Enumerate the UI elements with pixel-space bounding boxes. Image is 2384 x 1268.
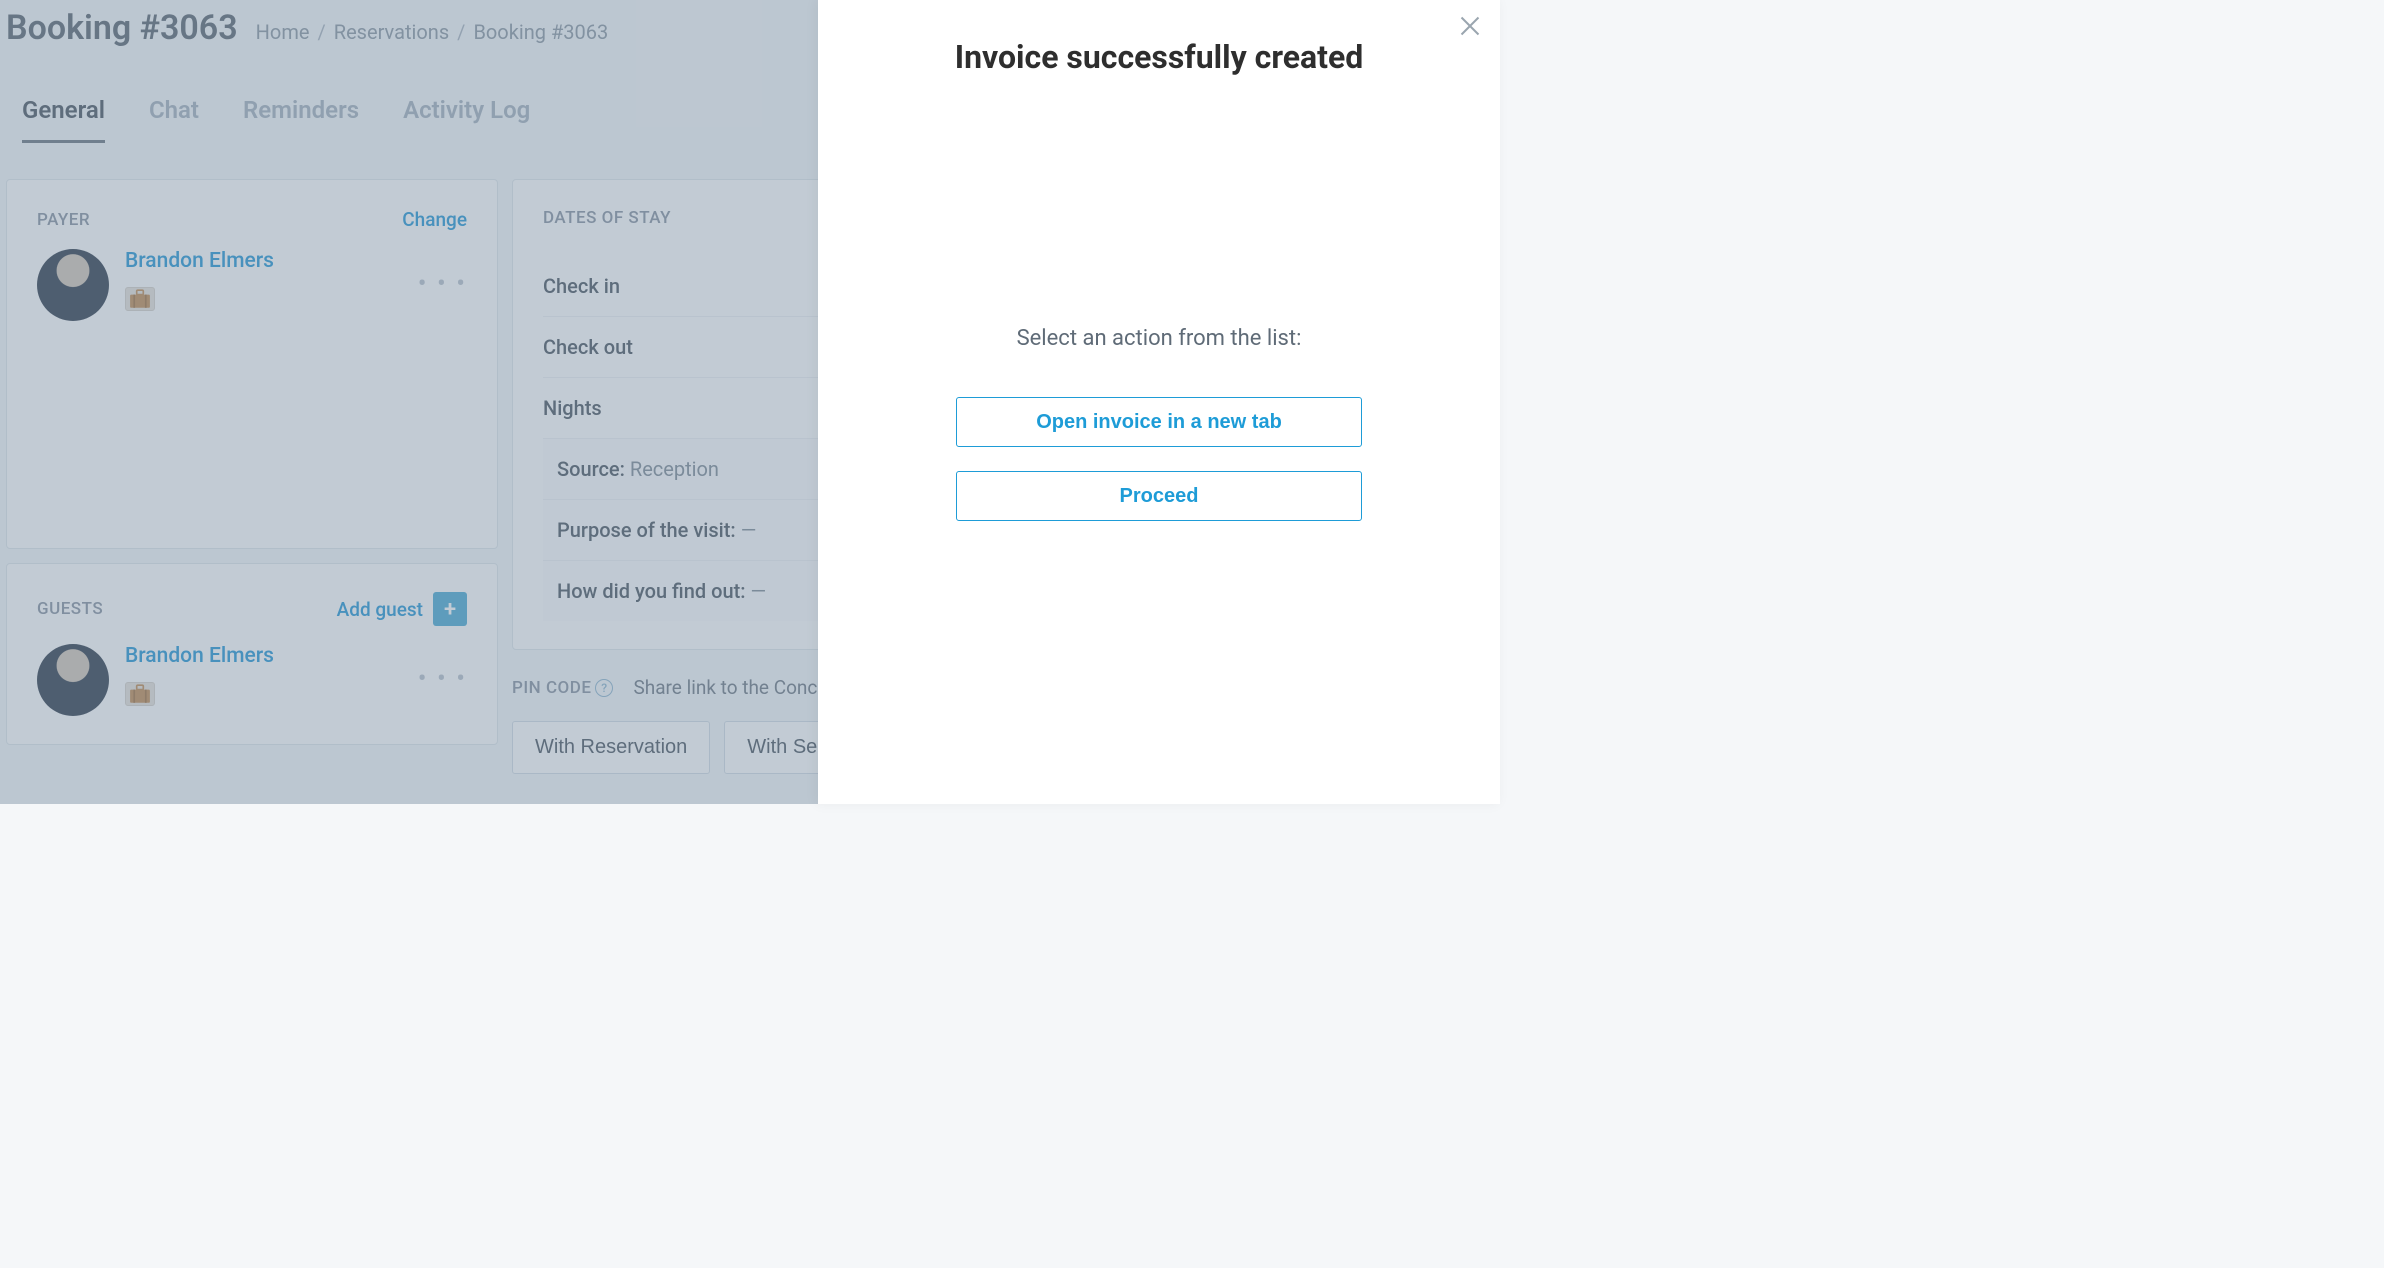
drawer-hint: Select an action from the list: [818, 326, 1500, 351]
open-invoice-new-tab-button[interactable]: Open invoice in a new tab [956, 397, 1362, 447]
drawer-title: Invoice successfully created [818, 38, 1500, 76]
proceed-button[interactable]: Proceed [956, 471, 1362, 521]
drawer-body: Select an action from the list: Open inv… [818, 326, 1500, 521]
invoice-drawer: Invoice successfully created Select an a… [818, 0, 1500, 804]
close-icon[interactable] [1458, 14, 1482, 38]
drawer-actions: Open invoice in a new tab Proceed [956, 397, 1362, 521]
